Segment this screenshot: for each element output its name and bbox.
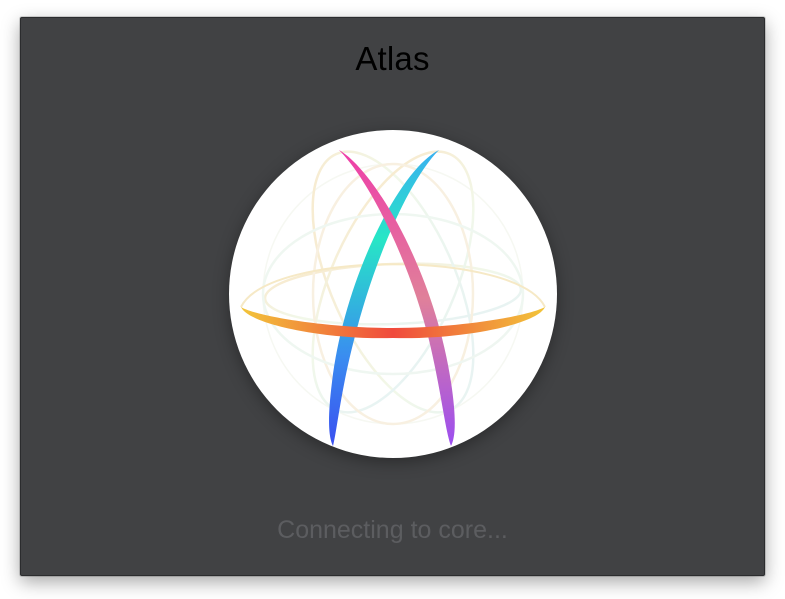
atlas-sphere-logo-icon <box>229 130 557 458</box>
equator-back <box>240 263 546 308</box>
app-title: Atlas <box>355 40 430 77</box>
status-text: Connecting to core... <box>277 516 508 544</box>
app-window: Atlas Connecting to core... <box>20 17 765 576</box>
ghost-rings <box>261 150 525 426</box>
equator-front <box>241 307 545 339</box>
logo-svg <box>240 150 546 446</box>
